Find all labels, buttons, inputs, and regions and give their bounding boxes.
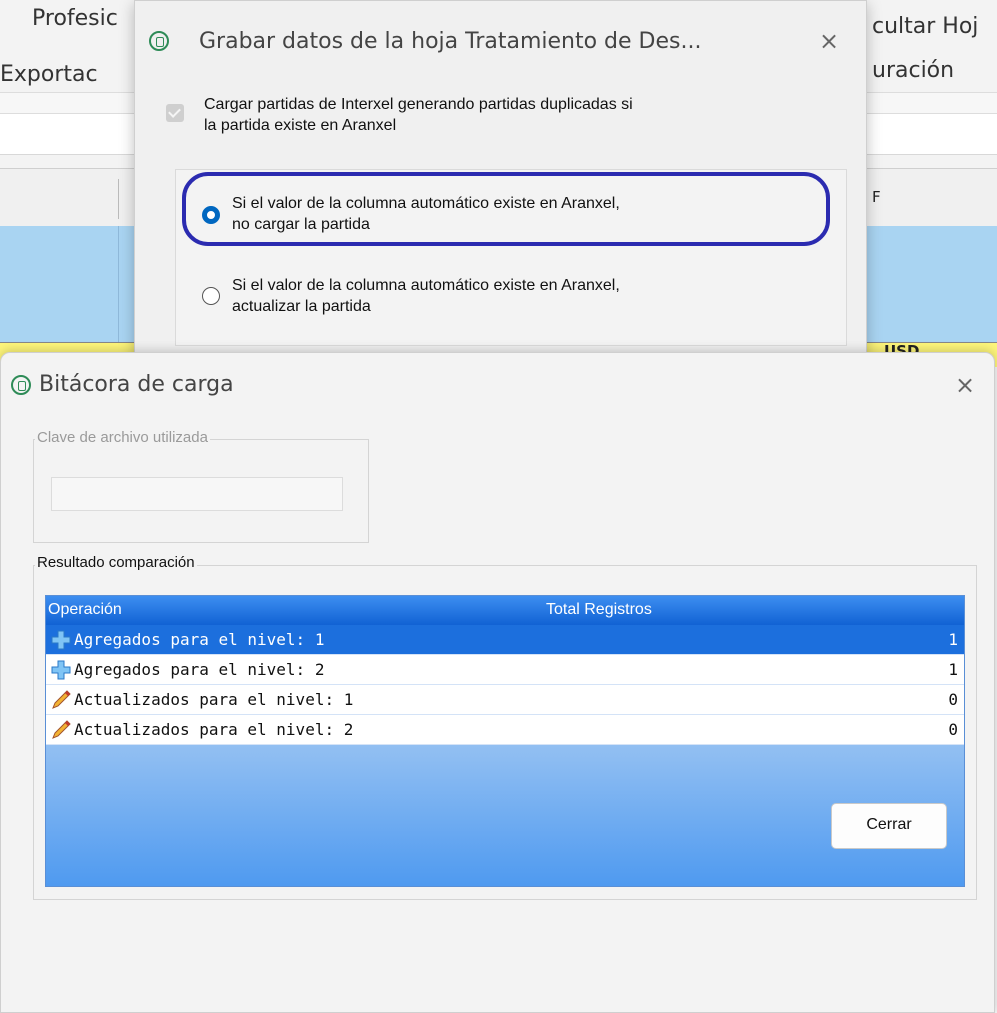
duplicate-checkbox[interactable] bbox=[166, 104, 184, 122]
column-header-f[interactable]: F bbox=[872, 188, 881, 206]
plus-icon bbox=[51, 660, 71, 680]
annotation-highlight-ring bbox=[182, 172, 830, 246]
column-divider bbox=[118, 179, 119, 219]
option-update-radio[interactable] bbox=[202, 287, 220, 305]
ribbon-text-profesional[interactable]: Profesic bbox=[32, 6, 118, 31]
row-total-value: 0 bbox=[948, 690, 958, 709]
pencil-icon bbox=[52, 720, 71, 739]
row-total-value: 1 bbox=[948, 660, 958, 679]
table-row[interactable]: Actualizados para el nivel: 2 0 bbox=[46, 715, 964, 745]
option-update-line1[interactable]: Si el valor de la columna automático exi… bbox=[232, 275, 620, 296]
dialog-title: Bitácora de carga bbox=[39, 372, 234, 397]
table-row[interactable]: Agregados para el nivel: 2 1 bbox=[46, 655, 964, 685]
file-key-legend: Clave de archivo utilizada bbox=[35, 429, 210, 446]
row-operation-label: Agregados para el nivel: 1 bbox=[74, 630, 325, 649]
upload-log-dialog: Bitácora de carga × Clave de archivo uti… bbox=[0, 352, 995, 1013]
results-grid[interactable]: Operación Total Registros Agregados para… bbox=[45, 595, 965, 887]
checkbox-label-line1: Cargar partidas de Interxel generando pa… bbox=[204, 96, 633, 113]
app-icon bbox=[149, 31, 169, 51]
checkbox-label-line2: la partida existe en Aranxel bbox=[204, 117, 397, 134]
option-update-line2[interactable]: actualizar la partida bbox=[232, 296, 371, 317]
file-key-input[interactable] bbox=[51, 477, 343, 511]
row-total-value: 0 bbox=[948, 720, 958, 739]
app-icon bbox=[11, 375, 31, 395]
close-button[interactable]: Cerrar bbox=[831, 803, 947, 849]
ribbon-text-configuracion[interactable]: uración bbox=[872, 58, 954, 83]
ribbon-text-ocultar-hoja[interactable]: cultar Hoj bbox=[872, 14, 978, 39]
header-operation[interactable]: Operación bbox=[48, 601, 122, 619]
plus-icon bbox=[51, 630, 71, 650]
cell-divider bbox=[118, 226, 119, 342]
table-row[interactable]: Agregados para el nivel: 1 1 bbox=[46, 625, 964, 655]
dialog-title: Grabar datos de la hoja Tratamiento de D… bbox=[199, 29, 702, 54]
row-operation-label: Actualizados para el nivel: 1 bbox=[74, 690, 354, 709]
header-total[interactable]: Total Registros bbox=[546, 601, 652, 619]
close-icon[interactable]: × bbox=[955, 371, 975, 399]
row-total-value: 1 bbox=[948, 630, 958, 649]
row-operation-label: Agregados para el nivel: 2 bbox=[74, 660, 325, 679]
table-row[interactable]: Actualizados para el nivel: 1 0 bbox=[46, 685, 964, 715]
close-icon[interactable]: × bbox=[819, 27, 839, 55]
result-legend: Resultado comparación bbox=[35, 554, 197, 571]
ribbon-text-exportacion[interactable]: Exportac bbox=[0, 62, 98, 87]
pencil-icon bbox=[52, 690, 71, 709]
row-operation-label: Actualizados para el nivel: 2 bbox=[74, 720, 354, 739]
grid-header: Operación Total Registros bbox=[46, 596, 964, 625]
